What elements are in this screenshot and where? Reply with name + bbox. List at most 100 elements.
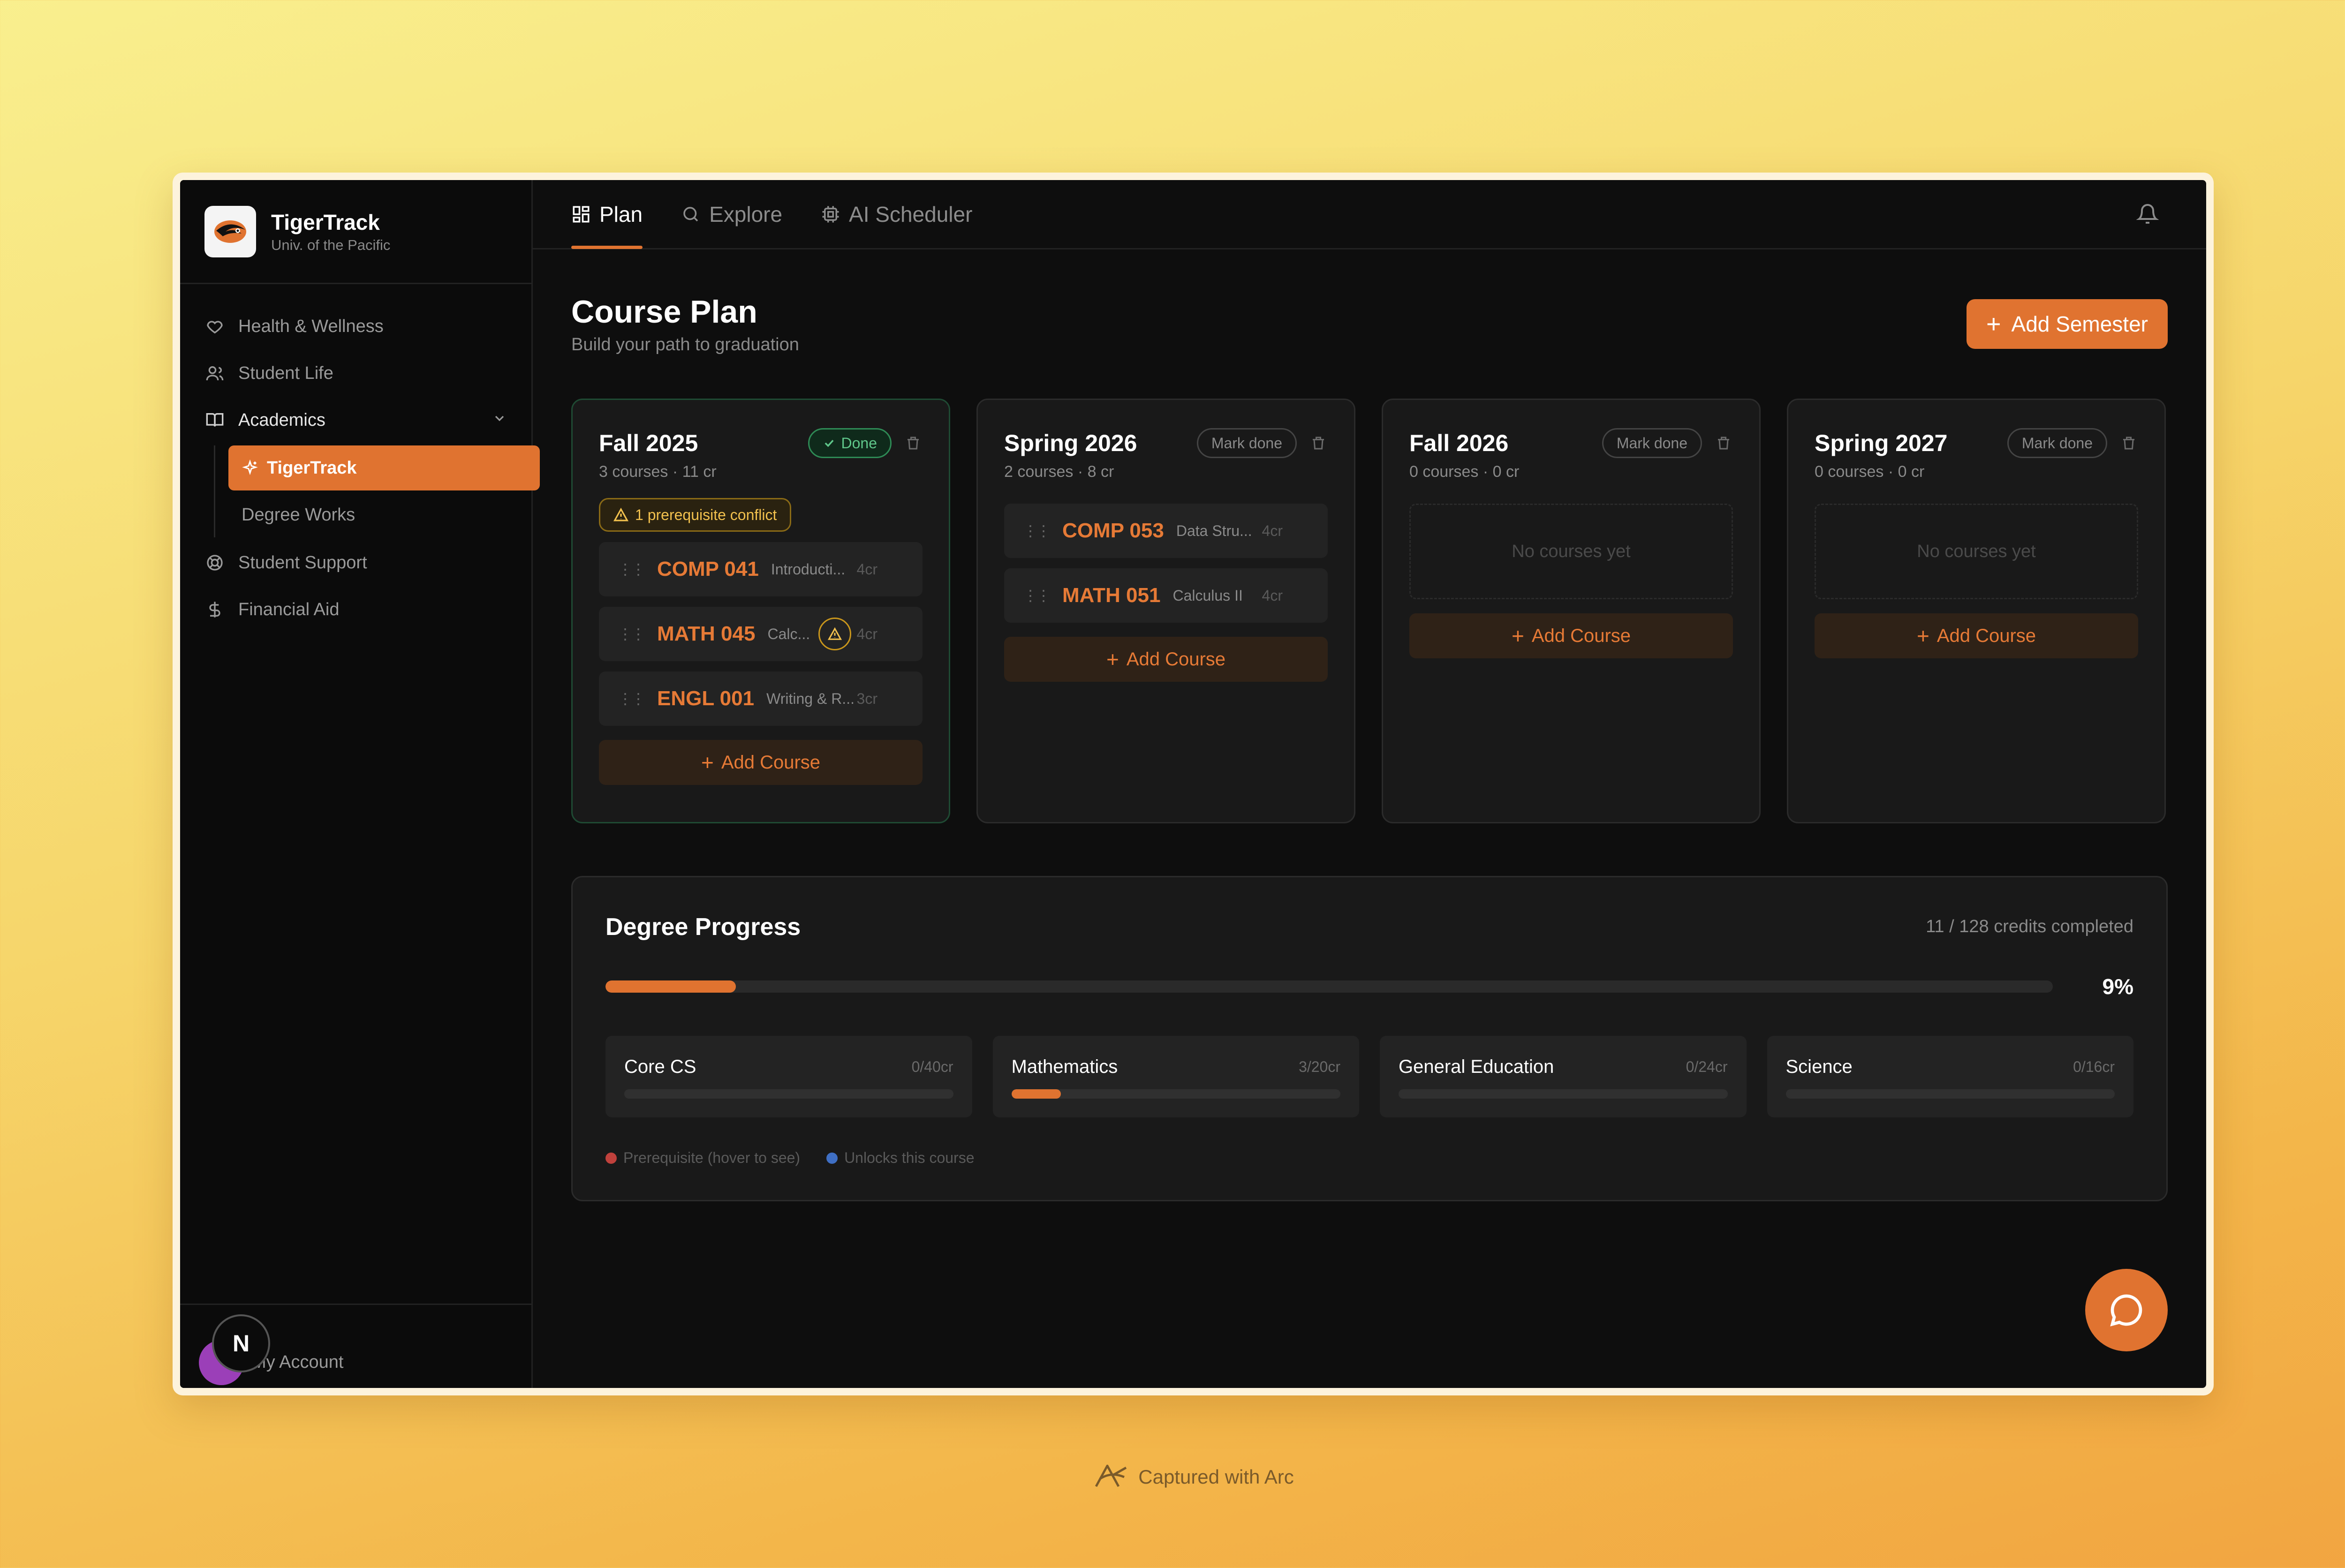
main-content: Plan Explore AI Scheduler Course Plan Bu… xyxy=(533,180,2206,1388)
tab-plan[interactable]: Plan xyxy=(571,180,643,249)
drag-handle-icon[interactable]: ⋮⋮ xyxy=(618,625,646,643)
dollar-icon xyxy=(204,599,225,620)
category-name: Core CS xyxy=(624,1056,696,1077)
sidebar-item-label: TigerTrack xyxy=(267,458,357,478)
top-tabs: Plan Explore AI Scheduler xyxy=(533,180,2206,249)
course-code: MATH 051 xyxy=(1062,584,1161,607)
semester-title: Fall 2025 xyxy=(599,430,698,456)
plus-icon: + xyxy=(701,750,714,775)
heart-icon xyxy=(204,316,225,337)
category-credits: 0/40cr xyxy=(911,1058,953,1075)
mark-done-button[interactable]: Mark done xyxy=(1196,428,1297,458)
course-code: COMP 053 xyxy=(1062,519,1164,542)
legend: Prerequisite (hover to see) Unlocks this… xyxy=(605,1149,1001,1167)
tiger-logo-icon xyxy=(204,205,256,257)
chat-button[interactable] xyxy=(2085,1269,2168,1351)
captured-with-arc: Captured with Arc xyxy=(0,1462,2345,1492)
mark-done-button[interactable]: Mark done xyxy=(1602,428,1702,458)
add-course-label: Add Course xyxy=(1937,625,2036,646)
course-row[interactable]: ⋮⋮ COMP 041 Introducti... 4cr xyxy=(599,542,923,596)
academics-subnav: TigerTrack Degree Works xyxy=(214,445,540,537)
trash-icon[interactable] xyxy=(904,433,923,453)
plus-icon: + xyxy=(1511,624,1524,648)
trash-icon[interactable] xyxy=(1714,433,1733,453)
progress-percent: 9% xyxy=(2102,974,2133,999)
sidebar-item-label: Academics xyxy=(238,410,325,430)
plus-icon: + xyxy=(1916,624,1929,648)
tab-label: AI Scheduler xyxy=(849,202,973,226)
sidebar-item-label: Degree Works xyxy=(242,505,356,525)
tab-explore[interactable]: Explore xyxy=(681,180,782,249)
semester-meta: 3 courses · 11 cr xyxy=(599,463,717,481)
brand-header[interactable]: TigerTrack Univ. of the Pacific xyxy=(180,180,531,284)
conflict-warning-icon[interactable] xyxy=(818,618,852,650)
sidebar-item-student-life[interactable]: Student Life xyxy=(180,350,531,397)
add-course-button[interactable]: + Add Course xyxy=(599,740,923,785)
add-semester-button[interactable]: + Add Semester xyxy=(1966,299,2168,349)
overall-progress-fill xyxy=(605,980,736,993)
category-credits: 3/20cr xyxy=(1299,1058,1340,1075)
course-row[interactable]: ⋮⋮ MATH 051 Calculus II 4cr xyxy=(1004,568,1328,623)
my-account[interactable]: My Account N xyxy=(180,1304,531,1388)
credits-completed: 11 / 128 credits completed xyxy=(1926,917,2133,936)
semester-meta: 0 courses · 0 cr xyxy=(1815,463,1925,481)
drag-handle-icon[interactable]: ⋮⋮ xyxy=(1023,587,1051,604)
tab-ai-scheduler[interactable]: AI Scheduler xyxy=(821,180,972,249)
trash-icon[interactable] xyxy=(2119,433,2138,453)
users-icon xyxy=(204,363,225,384)
drag-handle-icon[interactable]: ⋮⋮ xyxy=(618,690,646,708)
page-subtitle: Build your path to graduation xyxy=(571,335,799,354)
dev-indicator-badge[interactable]: N xyxy=(212,1314,270,1372)
layout-icon xyxy=(571,204,591,224)
empty-state: No courses yet xyxy=(1815,504,2138,599)
overall-progress-bar xyxy=(605,980,2053,993)
add-course-button[interactable]: + Add Course xyxy=(1815,613,2138,658)
legend-dot xyxy=(605,1152,617,1164)
drag-handle-icon[interactable]: ⋮⋮ xyxy=(618,560,646,578)
course-code: MATH 045 xyxy=(657,622,756,645)
prerequisite-conflict-badge[interactable]: 1 prerequisite conflict xyxy=(599,498,792,532)
category-card: Core CS 0/40cr xyxy=(605,1036,972,1117)
plus-icon: + xyxy=(1106,647,1119,671)
course-name: Calc... xyxy=(767,625,810,642)
done-badge[interactable]: Done xyxy=(808,428,892,458)
trash-icon[interactable] xyxy=(1309,433,1328,453)
course-row[interactable]: ⋮⋮ ENGL 001 Writing & R... 3cr xyxy=(599,671,923,726)
semester-title: Spring 2027 xyxy=(1815,430,1948,456)
course-credits: 4cr xyxy=(856,625,877,642)
sidebar-item-student-support[interactable]: Student Support xyxy=(180,539,531,586)
course-row[interactable]: ⋮⋮ MATH 045 Calc... 4cr xyxy=(599,607,923,661)
course-name: Calculus II xyxy=(1172,587,1243,604)
sidebar-item-label: Health & Wellness xyxy=(238,316,384,336)
mark-done-button[interactable]: Mark done xyxy=(2007,428,2107,458)
chevron-down-icon[interactable] xyxy=(492,410,507,430)
course-code: COMP 041 xyxy=(657,558,759,580)
sidebar-item-financial-aid[interactable]: Financial Aid xyxy=(180,586,531,633)
course-credits: 4cr xyxy=(1262,522,1283,539)
course-code: ENGL 001 xyxy=(657,687,755,710)
sidebar-item-health[interactable]: Health & Wellness xyxy=(180,303,531,350)
sidebar-item-tigertrack[interactable]: TigerTrack xyxy=(228,445,540,490)
status-label: Done xyxy=(841,434,877,452)
category-name: Mathematics xyxy=(1011,1056,1118,1077)
tab-label: Explore xyxy=(709,202,783,226)
add-course-button[interactable]: + Add Course xyxy=(1004,637,1328,682)
semester-meta: 2 courses · 8 cr xyxy=(1004,463,1114,481)
legend-item-prerequisite: Prerequisite (hover to see) xyxy=(605,1149,800,1167)
warning-icon xyxy=(613,507,628,522)
check-icon xyxy=(823,437,836,450)
sidebar-item-label: Student Life xyxy=(238,363,333,383)
page-title: Course Plan xyxy=(571,294,757,330)
drag-handle-icon[interactable]: ⋮⋮ xyxy=(1023,522,1051,540)
browser-window: TigerTrack Univ. of the Pacific Health &… xyxy=(173,173,2214,1395)
sidebar-item-academics[interactable]: Academics xyxy=(180,397,531,444)
bell-icon[interactable] xyxy=(2131,198,2164,231)
course-row[interactable]: ⋮⋮ COMP 053 Data Stru... 4cr xyxy=(1004,504,1328,558)
sidebar: TigerTrack Univ. of the Pacific Health &… xyxy=(180,180,540,1388)
category-progress-bar xyxy=(624,1089,953,1099)
sidebar-item-degree-works[interactable]: Degree Works xyxy=(228,492,531,537)
add-course-button[interactable]: + Add Course xyxy=(1409,613,1733,658)
course-name: Writing & R... xyxy=(766,690,855,707)
semester-card-spring-2026: Spring 2026 Mark done 2 courses · 8 cr ⋮… xyxy=(976,399,1355,823)
book-icon xyxy=(204,410,225,430)
